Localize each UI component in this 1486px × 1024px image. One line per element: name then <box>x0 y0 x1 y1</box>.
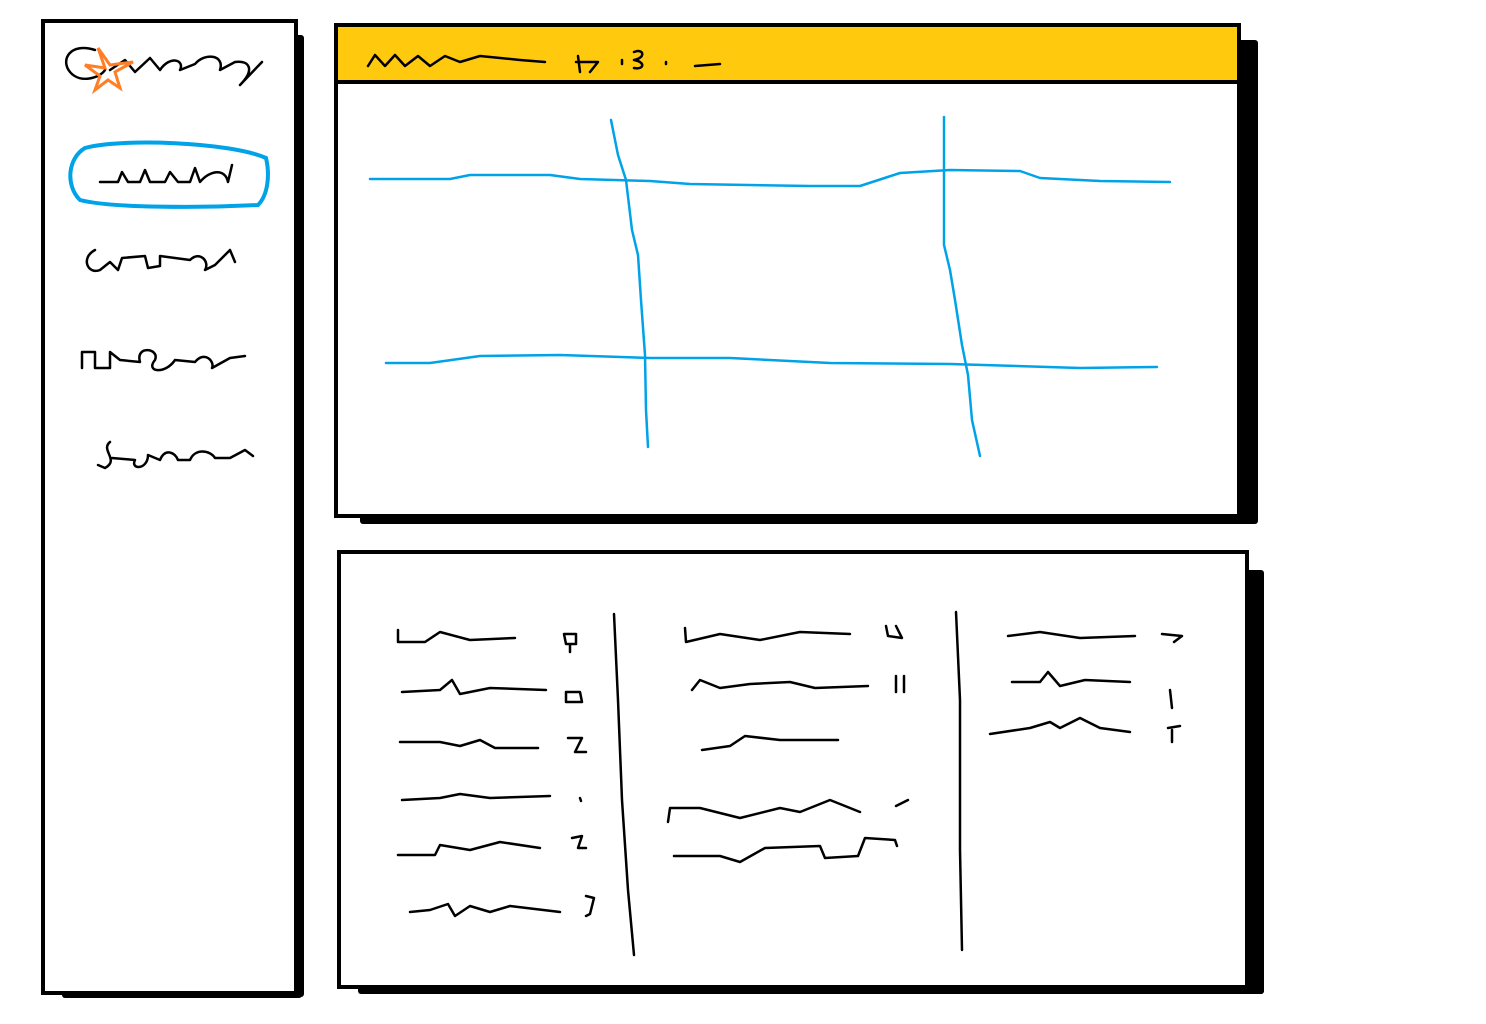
column-divider-1 <box>612 612 636 957</box>
nav-item-3[interactable] <box>80 348 247 372</box>
star-icon <box>84 47 134 95</box>
road-vertical-2 <box>942 115 982 458</box>
stats-column-3 <box>988 630 1184 744</box>
map-roads <box>368 115 1172 458</box>
road-horizontal-2 <box>384 353 1159 370</box>
sketch-layer <box>64 46 1184 957</box>
nav-item-1[interactable] <box>68 140 270 209</box>
app-logo <box>64 46 264 95</box>
nav-item-2[interactable] <box>85 248 237 273</box>
road-vertical-1 <box>609 118 650 449</box>
column-divider-2 <box>954 610 964 952</box>
road-horizontal-1 <box>368 168 1172 188</box>
stats-column-1 <box>396 628 596 918</box>
nav-item-4[interactable] <box>96 440 255 470</box>
map-panel-title <box>366 49 722 74</box>
stats-column-2 <box>666 624 910 864</box>
